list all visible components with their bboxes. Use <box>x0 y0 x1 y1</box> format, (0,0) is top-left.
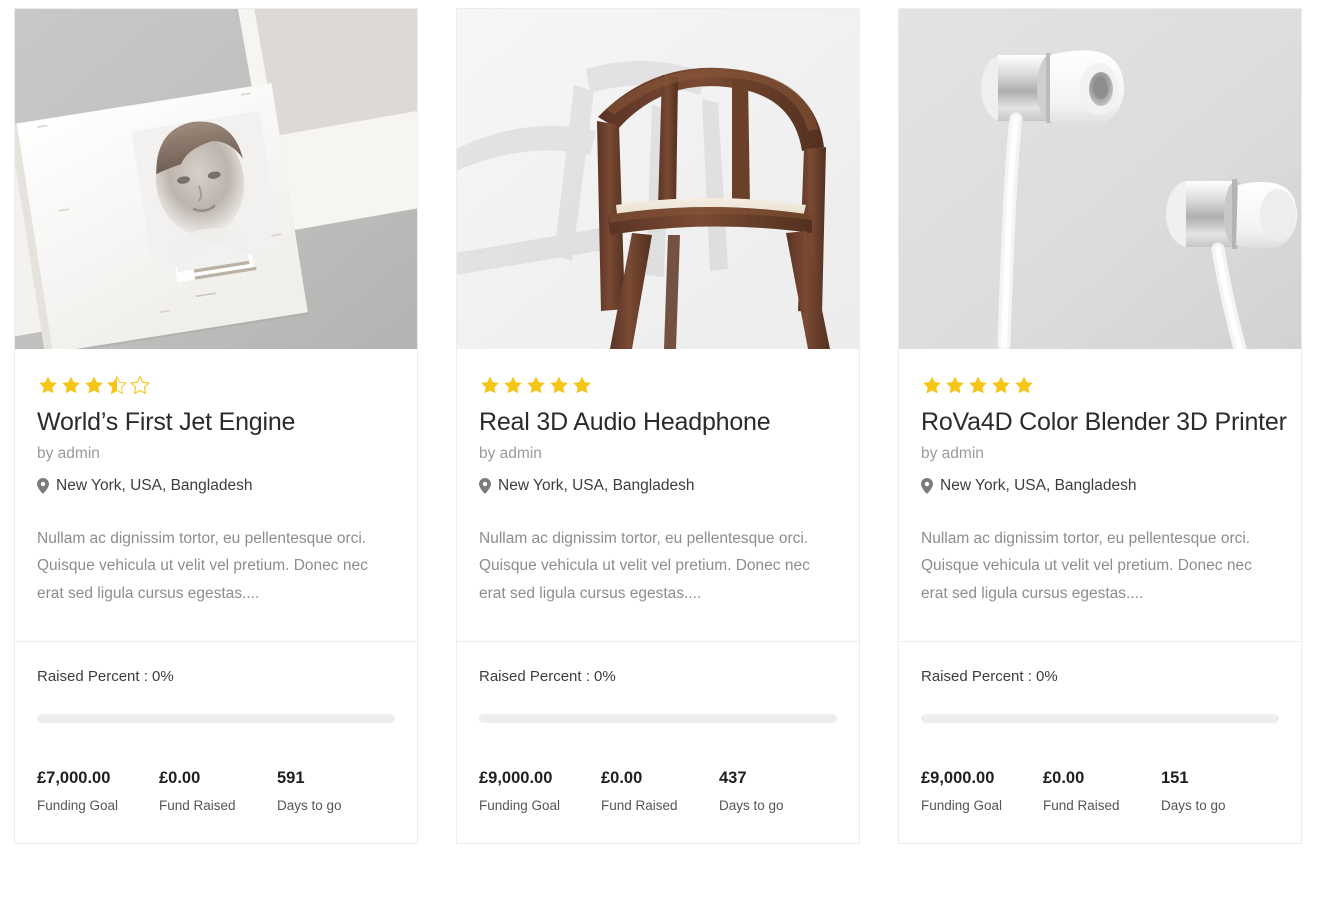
campaign-location-text: New York, USA, Bangladesh <box>940 476 1137 494</box>
stat-value: £0.00 <box>601 769 643 788</box>
location-pin-icon <box>921 477 933 494</box>
funding-stats: £9,000.00 Funding Goal £0.00 Fund Raised… <box>921 769 1279 813</box>
funding-stats: £9,000.00 Funding Goal £0.00 Fund Raised… <box>479 769 837 813</box>
funding-progress-bar <box>479 714 837 724</box>
stat-funding-goal: £9,000.00 Funding Goal <box>921 769 1043 813</box>
star-full-icon <box>1013 375 1035 396</box>
campaign-location-text: New York, USA, Bangladesh <box>56 476 253 494</box>
rating-stars <box>479 375 837 396</box>
stat-label: Fund Raised <box>1043 798 1120 814</box>
campaign-location: New York, USA, Bangladesh <box>479 477 837 495</box>
star-full-icon <box>548 375 570 396</box>
campaign-image-wooden-chair-photo[interactable] <box>457 9 859 349</box>
campaign-location: New York, USA, Bangladesh <box>37 477 395 495</box>
star-full-icon <box>37 375 59 396</box>
stat-label: Days to go <box>719 798 784 814</box>
campaign-card-body: Real 3D Audio Headphone by admin New Yor… <box>457 349 859 641</box>
campaign-author: by admin <box>479 444 542 462</box>
stat-value: £0.00 <box>1043 769 1085 788</box>
stat-value: 437 <box>719 769 747 788</box>
stat-label: Funding Goal <box>479 798 561 814</box>
star-full-icon <box>60 375 82 396</box>
funding-progress-bar <box>37 714 395 724</box>
stat-value: £9,000.00 <box>479 769 553 788</box>
campaign-funding-footer: Raised Percent : 0% £9,000.00 Funding Go… <box>457 642 859 843</box>
location-pin-icon <box>37 477 49 494</box>
stat-label: Funding Goal <box>921 798 1003 814</box>
campaign-card-body: World’s First Jet Engine by admin New Yo… <box>15 349 417 641</box>
raised-percent-label: Raised Percent : 0% <box>479 668 616 686</box>
star-full-icon <box>944 375 966 396</box>
stat-value: £7,000.00 <box>37 769 111 788</box>
stat-value: 151 <box>1161 769 1189 788</box>
campaign-card[interactable]: RoVa4D Color Blender 3D Printer by admin… <box>898 8 1302 845</box>
campaign-description: Nullam ac dignissim tortor, eu pellentes… <box>479 529 810 602</box>
campaign-location: New York, USA, Bangladesh <box>921 477 1279 495</box>
campaign-location-text: New York, USA, Bangladesh <box>498 476 695 494</box>
star-half-icon <box>106 375 128 396</box>
stat-days-to-go: 151 Days to go <box>1161 769 1226 813</box>
campaign-description: Nullam ac dignissim tortor, eu pellentes… <box>37 529 368 602</box>
stat-funding-goal: £7,000.00 Funding Goal <box>37 769 159 813</box>
star-full-icon <box>967 375 989 396</box>
stat-value: 591 <box>277 769 305 788</box>
stat-fund-raised: £0.00 Fund Raised <box>159 769 277 813</box>
campaign-author: by admin <box>921 444 984 462</box>
rating-stars <box>37 375 395 396</box>
campaign-funding-footer: Raised Percent : 0% £7,000.00 Funding Go… <box>15 642 417 843</box>
campaign-title[interactable]: RoVa4D Color Blender 3D Printer <box>921 407 1287 438</box>
stat-value: £9,000.00 <box>921 769 995 788</box>
stat-label: Days to go <box>1161 798 1226 814</box>
stat-label: Days to go <box>277 798 342 814</box>
funding-progress-bar <box>921 714 1279 724</box>
campaign-image-earbud-headphones-photo[interactable] <box>899 9 1301 349</box>
campaign-title[interactable]: Real 3D Audio Headphone <box>479 407 837 438</box>
star-full-icon <box>990 375 1012 396</box>
campaign-card[interactable]: World’s First Jet Engine by admin New Yo… <box>14 8 418 845</box>
campaign-description: Nullam ac dignissim tortor, eu pellentes… <box>921 529 1252 602</box>
star-full-icon <box>83 375 105 396</box>
stat-value: £0.00 <box>159 769 201 788</box>
campaign-card-body: RoVa4D Color Blender 3D Printer by admin… <box>899 349 1301 641</box>
rating-stars <box>921 375 1279 396</box>
campaign-title[interactable]: World’s First Jet Engine <box>37 407 395 438</box>
campaign-card-grid: World’s First Jet Engine by admin New Yo… <box>14 8 1302 845</box>
stat-days-to-go: 437 Days to go <box>719 769 784 813</box>
funding-stats: £7,000.00 Funding Goal £0.00 Fund Raised… <box>37 769 395 813</box>
star-full-icon <box>921 375 943 396</box>
star-full-icon <box>502 375 524 396</box>
campaign-card[interactable]: Real 3D Audio Headphone by admin New Yor… <box>456 8 860 845</box>
star-empty-icon <box>129 375 151 396</box>
stat-fund-raised: £0.00 Fund Raised <box>1043 769 1161 813</box>
campaign-funding-footer: Raised Percent : 0% £9,000.00 Funding Go… <box>899 642 1301 843</box>
campaign-author: by admin <box>37 444 100 462</box>
stat-label: Fund Raised <box>601 798 678 814</box>
star-full-icon <box>571 375 593 396</box>
star-full-icon <box>479 375 501 396</box>
stat-fund-raised: £0.00 Fund Raised <box>601 769 719 813</box>
raised-percent-label: Raised Percent : 0% <box>921 668 1058 686</box>
star-full-icon <box>525 375 547 396</box>
campaign-image-magazine-brochure-photo[interactable] <box>15 9 417 349</box>
raised-percent-label: Raised Percent : 0% <box>37 668 174 686</box>
stat-label: Fund Raised <box>159 798 236 814</box>
stat-funding-goal: £9,000.00 Funding Goal <box>479 769 601 813</box>
stat-label: Funding Goal <box>37 798 119 814</box>
stat-days-to-go: 591 Days to go <box>277 769 342 813</box>
location-pin-icon <box>479 477 491 494</box>
